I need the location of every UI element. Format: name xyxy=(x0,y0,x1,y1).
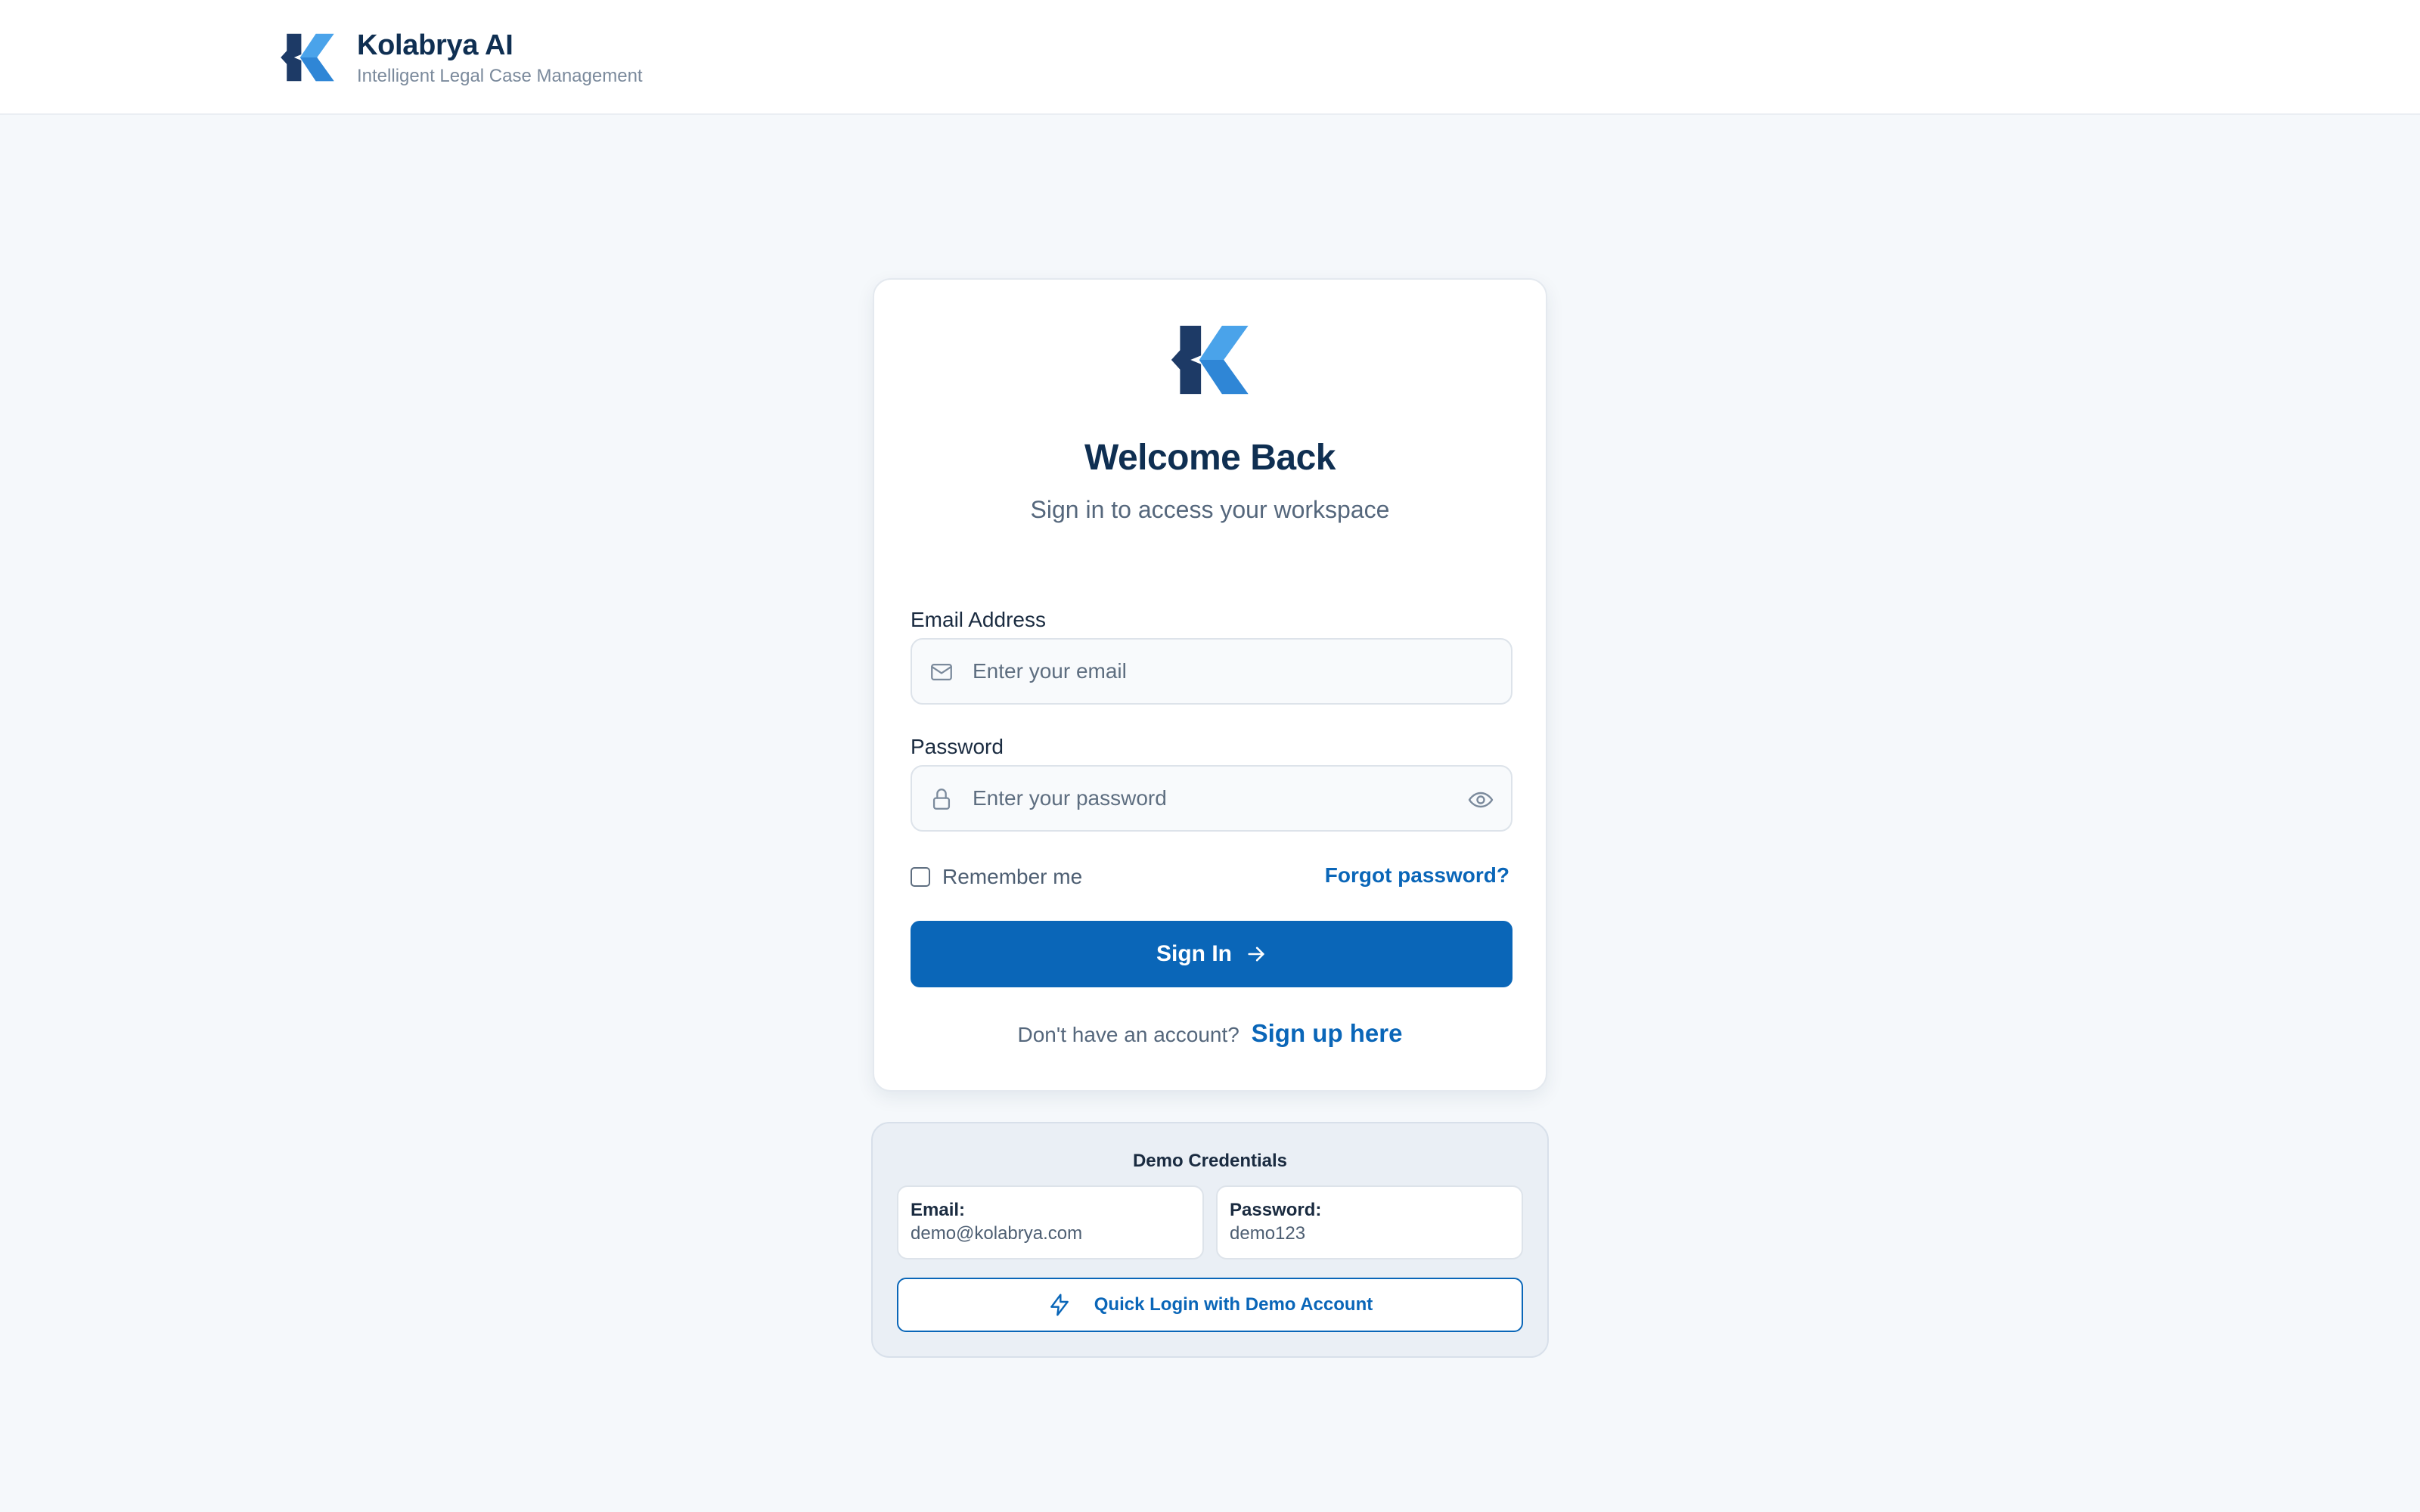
demo-email-box: Email: demo@kolabrya.com xyxy=(897,1185,1204,1259)
kolabrya-logo-icon xyxy=(281,33,334,82)
lightning-bolt-icon xyxy=(1050,1294,1069,1316)
remember-me-label: Remember me xyxy=(942,865,1083,888)
demo-email-value: demo@kolabrya.com xyxy=(911,1223,1083,1244)
remember-me[interactable]: Remember me xyxy=(911,865,1082,889)
signup-prompt: Don't have an account? xyxy=(1017,1023,1239,1046)
arrow-right-icon xyxy=(1248,947,1264,962)
sign-in-label: Sign In xyxy=(1156,941,1232,966)
top-header: Kolabrya AI Intelligent Legal Case Manag… xyxy=(0,0,2420,115)
quick-login-label: Quick Login with Demo Account xyxy=(1094,1294,1373,1315)
email-field[interactable] xyxy=(911,638,1512,705)
brand[interactable]: Kolabrya AI Intelligent Legal Case Manag… xyxy=(278,27,643,88)
sign-up-link[interactable]: Sign up here xyxy=(1252,1019,1403,1047)
brand-tagline: Intelligent Legal Case Management xyxy=(357,66,643,86)
mail-icon xyxy=(931,663,952,681)
password-label: Password xyxy=(911,735,1004,758)
kolabrya-logo-icon xyxy=(1171,325,1249,395)
lock-icon xyxy=(932,789,951,810)
password-input[interactable] xyxy=(971,767,1440,830)
demo-email-key: Email: xyxy=(911,1200,966,1220)
forgot-password-link[interactable]: Forgot password? xyxy=(1325,863,1509,888)
demo-password-box: Password: demo123 xyxy=(1216,1185,1523,1259)
demo-password-key: Password: xyxy=(1230,1200,1322,1220)
demo-password-value: demo123 xyxy=(1230,1223,1306,1244)
quick-login-button[interactable]: Quick Login with Demo Account xyxy=(897,1278,1523,1332)
page-title: Welcome Back xyxy=(1084,438,1336,478)
signup-row: Don't have an account? Sign up here xyxy=(874,1019,1546,1048)
password-field[interactable] xyxy=(911,765,1512,832)
brand-name: Kolabrya AI xyxy=(357,29,513,61)
demo-credentials-panel: Demo Credentials Email: demo@kolabrya.co… xyxy=(871,1122,1549,1358)
brand-text: Kolabrya AI Intelligent Legal Case Manag… xyxy=(357,27,643,88)
remember-me-checkbox[interactable] xyxy=(911,867,930,887)
login-card: Welcome Back Sign in to access your work… xyxy=(873,278,1547,1092)
email-input[interactable] xyxy=(971,640,1440,703)
page-subtitle: Sign in to access your workspace xyxy=(1030,496,1390,523)
sign-in-button[interactable]: Sign In xyxy=(911,921,1512,987)
demo-credentials-title: Demo Credentials xyxy=(1132,1151,1288,1171)
email-label: Email Address xyxy=(911,608,1046,631)
eye-icon[interactable] xyxy=(1467,786,1494,813)
